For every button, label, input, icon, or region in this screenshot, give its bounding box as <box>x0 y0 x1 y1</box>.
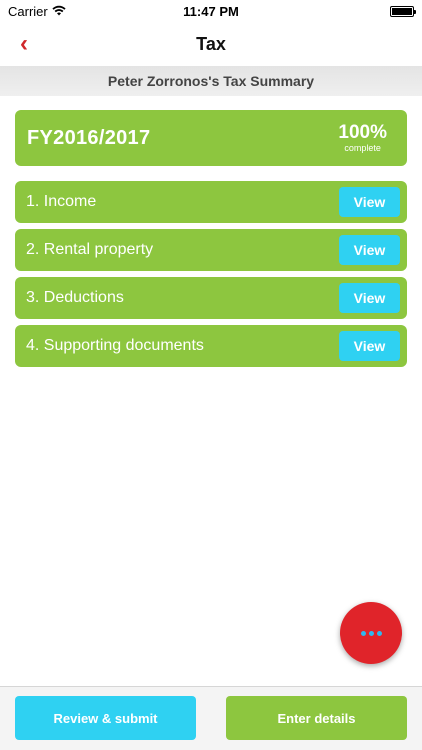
section-label: 2. Rental property <box>26 241 154 258</box>
tax-screen: Carrier 11:47 PM ‹ Tax Peter Zorronos's … <box>0 0 422 750</box>
review-submit-button[interactable]: Review & submit <box>15 696 196 740</box>
summary-title: Peter Zorronos's Tax Summary <box>107 73 315 89</box>
financial-year-card: FY2016/2017 100% complete <box>15 110 407 166</box>
progress-indicator: 100% complete <box>338 121 387 154</box>
summary-header: Peter Zorronos's Tax Summary <box>0 66 422 96</box>
section-item-supporting-documents: 4. Supporting documents View <box>15 325 407 367</box>
progress-percent: 100% <box>338 121 387 143</box>
progress-status: complete <box>344 143 381 154</box>
view-rental-property-button[interactable]: View <box>339 235 400 265</box>
section-item-deductions: 3. Deductions View <box>15 277 407 319</box>
wifi-icon <box>52 4 66 19</box>
section-item-income: 1. Income View <box>15 181 407 223</box>
enter-details-button[interactable]: Enter details <box>226 696 407 740</box>
view-deductions-button[interactable]: View <box>339 283 400 313</box>
more-actions-button[interactable] <box>340 602 402 664</box>
battery-icon <box>390 5 416 17</box>
status-bar: Carrier 11:47 PM <box>0 0 422 22</box>
view-supporting-documents-button[interactable]: View <box>339 331 400 361</box>
status-left: Carrier <box>8 4 66 19</box>
section-item-rental-property: 2. Rental property View <box>15 229 407 271</box>
page-title: Tax <box>196 33 226 54</box>
nav-bar: ‹ Tax <box>0 22 422 66</box>
section-label: 3. Deductions <box>26 289 124 306</box>
battery-level <box>392 7 412 15</box>
section-label: 4. Supporting documents <box>26 337 204 354</box>
section-label: 1. Income <box>26 193 97 210</box>
financial-year-label: FY2016/2017 <box>27 126 151 149</box>
section-list: 1. Income View 2. Rental property View 3… <box>15 181 407 373</box>
carrier-label: Carrier <box>8 3 48 19</box>
view-income-button[interactable]: View <box>339 187 400 217</box>
back-button[interactable]: ‹ <box>10 30 38 58</box>
chevron-left-icon: ‹ <box>20 30 28 57</box>
more-dots-icon <box>360 630 382 636</box>
bottom-action-bar: Review & submit Enter details <box>0 686 422 750</box>
